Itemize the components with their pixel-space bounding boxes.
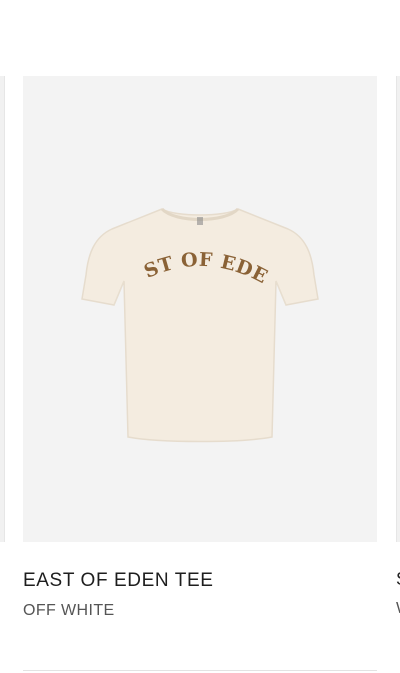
product-image[interactable]: EAST OF EDEN	[23, 76, 377, 542]
product-color: OFF WHITE	[23, 602, 115, 619]
product-title[interactable]: EAST OF EDEN TEE	[23, 570, 377, 592]
next-product-color: W	[396, 600, 400, 618]
product-carousel: EAST OF EDEN EAST OF EDEN TEE OFF WHITE …	[0, 0, 400, 673]
previous-product-card[interactable]	[0, 76, 5, 542]
tshirt-image: EAST OF EDEN	[50, 159, 319, 443]
divider	[23, 670, 377, 671]
next-product-card[interactable]	[396, 76, 400, 542]
product-card[interactable]: EAST OF EDEN EAST OF EDEN TEE OFF WHITE	[23, 76, 377, 620]
next-product-title[interactable]: S	[396, 569, 400, 590]
